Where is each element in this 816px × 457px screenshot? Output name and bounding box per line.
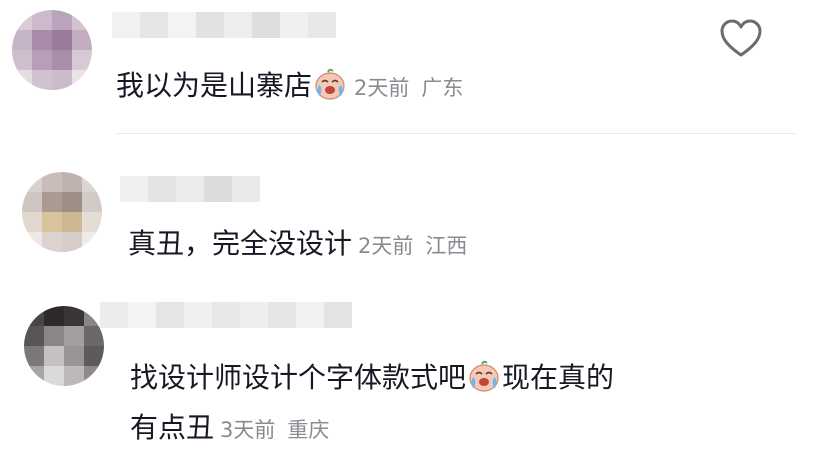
comment-location: 重庆 <box>287 418 330 442</box>
username-blurred[interactable] <box>120 176 260 202</box>
like-heart-icon[interactable] <box>720 19 762 59</box>
comment-body: 我以为是山寨店 <box>116 69 313 102</box>
crying-laughing-emoji-icon <box>469 360 499 392</box>
comment-body-line1-end: 现在真的 <box>502 361 615 394</box>
comment-location: 广东 <box>421 76 464 100</box>
crying-laughing-emoji-icon <box>315 68 345 100</box>
comment-text-line2: 有点丑 3天前 重庆 <box>130 406 329 452</box>
username-blurred[interactable] <box>112 12 336 38</box>
avatar[interactable] <box>22 172 102 252</box>
comment-text: 真丑，完全没设计 2天前 江西 <box>128 222 467 268</box>
avatar[interactable] <box>24 306 104 386</box>
comment-text: 找设计师设计个字体款式吧 现在真的 <box>130 356 614 400</box>
comment-time: 2天前 <box>358 234 414 258</box>
divider <box>116 133 796 134</box>
comment-time: 2天前 <box>354 76 410 100</box>
avatar[interactable] <box>12 10 92 90</box>
comment-location: 江西 <box>425 234 468 258</box>
username-blurred[interactable] <box>100 302 352 328</box>
comment-time: 3天前 <box>220 418 276 442</box>
comment-text: 我以为是山寨店 2天前 广东 <box>116 64 463 110</box>
comment-body-line1-start: 找设计师设计个字体款式吧 <box>130 361 467 394</box>
comment-body-line2: 有点丑 <box>130 411 215 444</box>
comment-body: 真丑，完全没设计 <box>128 227 353 260</box>
